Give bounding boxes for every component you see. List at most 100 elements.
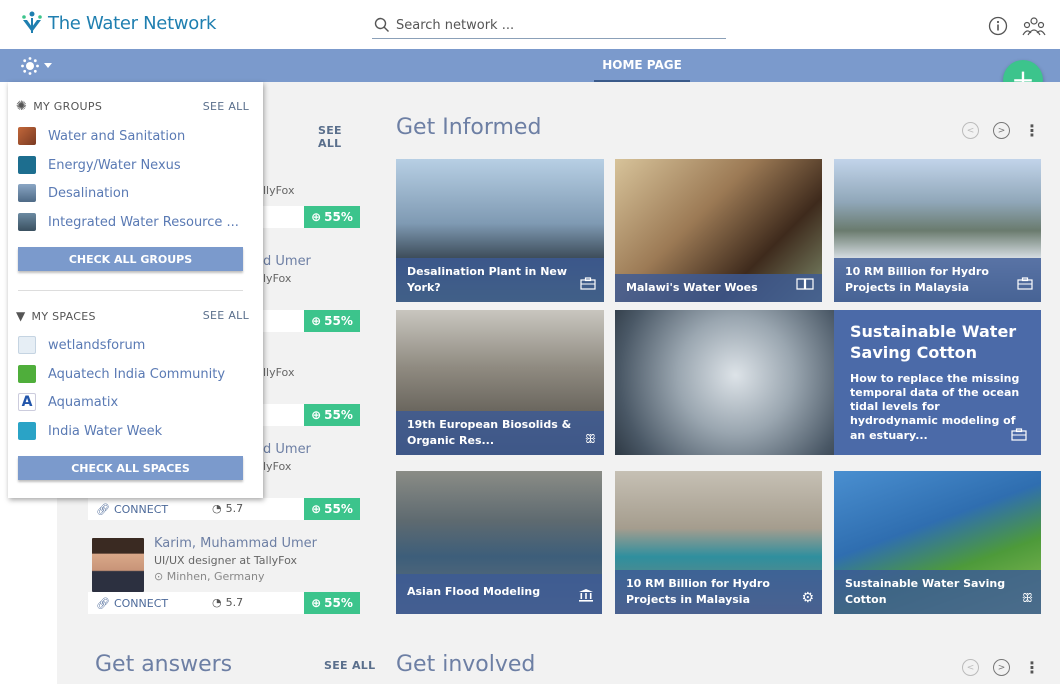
person-role: lyFox [263,272,292,285]
match-badge: ⊕ 55% [304,310,360,332]
tile-caption: 10 RM Billion for Hydro Projects in Mala… [834,258,1041,302]
search-input[interactable] [396,17,716,33]
tile-desalination-ny[interactable]: Desalination Plant in New York? [396,159,604,302]
avatar[interactable] [92,538,144,592]
person-role: lyFox [263,460,292,473]
groups-see-all-link[interactable]: SEE ALL [203,100,249,113]
person-bar: 🔗︎ CONNECT ◔ 5.7 ⊕ 55% [88,592,360,614]
location-icon: ⊙ [154,570,167,583]
space-item-aquamatix[interactable]: A Aquamatix [18,393,118,411]
match-badge: ⊕ 55% [304,206,360,228]
featured-title: Sustainable Water Saving Cotton [850,322,1017,362]
water-network-logo-icon [22,11,42,33]
app-name: The Water Network [48,12,217,34]
tile-caption: Desalination Plant in New York? [396,258,604,302]
next-arrow-icon[interactable]: > [993,659,1010,676]
tile-caption: Asian Flood Modeling [396,574,602,614]
people-see-all-link[interactable]: SEE ALL [318,124,364,150]
tab-home[interactable]: HOME PAGE [594,49,690,82]
tile-biosolids[interactable]: 19th European Biosolids & Organic Res...… [396,310,604,455]
group-item-energy-water[interactable]: Energy/Water Nexus [18,156,181,174]
briefcase-icon [1011,426,1027,445]
person-role: UI/UX designer at TallyFox [154,554,298,567]
person-location: ⊙ Minhen, Germany [154,570,265,583]
info-icon[interactable] [988,16,1008,36]
target-icon: ⊕ [311,314,322,328]
check-all-spaces-button[interactable]: CHECK ALL SPACES [18,456,243,480]
menu-toggle[interactable] [20,56,52,76]
match-pct: 55% [324,502,353,516]
tile-malawi[interactable]: Malawi's Water Woes [615,159,822,302]
featured-article[interactable]: Sustainable Water Saving Cotton How to r… [834,310,1041,455]
person-bar: 🔗︎ CONNECT ◔ 5.7 ⊕ 55% [88,498,360,520]
person-name[interactable]: d Umer [263,254,311,269]
spaces-see-all-link[interactable]: SEE ALL [203,309,249,322]
space-thumbnail [18,336,36,354]
connect-button[interactable]: 🔗︎ CONNECT [96,503,168,516]
group-item-desalination[interactable]: Desalination [18,184,129,202]
search-bar[interactable] [372,12,726,39]
groups-spaces-dropdown: ✺ MY GROUPS SEE ALL Water and Sanitation… [8,82,263,498]
sun-gear-icon [21,57,39,75]
match-pct: 55% [324,596,353,610]
institution-icon [578,587,594,606]
tile-caption: 19th European Biosolids & Organic Res... [396,411,604,455]
tile-caption: Malawi's Water Woes [615,274,822,302]
clock-icon: ◔ [212,502,222,515]
more-options-icon[interactable]: ⋮ [1024,658,1040,677]
group-thumbnail [18,156,36,174]
spaces-logo-icon: ▼ [16,309,26,323]
check-all-groups-button[interactable]: CHECK ALL GROUPS [18,247,243,271]
get-informed-title: Get Informed [396,115,542,140]
briefcase-icon [1017,275,1033,294]
person-role: llyFox [263,184,295,197]
group-item-iwrm[interactable]: Integrated Water Resource ... [18,213,239,231]
top-icons [988,16,1046,36]
space-item-aquatech[interactable]: Aquatech India Community [18,365,225,383]
target-icon: ⊕ [311,408,322,422]
match-pct: 55% [324,408,353,422]
tile-cotton[interactable]: Sustainable Water Saving Cotton ꕥ [834,471,1041,614]
prev-arrow-icon[interactable]: < [962,659,979,676]
carousel-controls: < > ⋮ [962,121,1040,140]
link-icon: 🔗︎ [96,597,110,610]
tile-hydro-malaysia[interactable]: 10 RM Billion for Hydro Projects in Mala… [834,159,1041,302]
divider [18,290,243,291]
target-icon: ⊕ [311,210,322,224]
target-icon: ⊕ [311,596,322,610]
briefcase-icon [580,275,596,294]
space-thumbnail [18,365,36,383]
space-item-india-water-week[interactable]: India Water Week [18,422,162,440]
clock-icon: ◔ [212,596,222,609]
match-badge: ⊕ 55% [304,404,360,426]
person-name[interactable]: d Umer [263,442,311,457]
next-arrow-icon[interactable]: > [993,122,1010,139]
space-item-wetlandsforum[interactable]: wetlandsforum [18,336,145,354]
community-icon[interactable] [1022,16,1046,36]
tile-hydro-malaysia-2[interactable]: 10 RM Billion for Hydro Projects in Mala… [615,471,822,614]
space-thumbnail: A [18,393,36,411]
answers-see-all-link[interactable]: SEE ALL [324,659,375,672]
prev-arrow-icon[interactable]: < [962,122,979,139]
match-badge: ⊕ 55% [304,592,360,614]
person-name[interactable]: Karim, Muhammad Umer [154,536,317,551]
tile-asian-flood[interactable]: Asian Flood Modeling [396,471,602,614]
connect-button[interactable]: 🔗︎ CONNECT [96,597,168,610]
more-options-icon[interactable]: ⋮ [1024,121,1040,140]
group-thumbnail [18,184,36,202]
my-groups-header: ✺ MY GROUPS [16,99,103,114]
carousel-controls-involved: < > ⋮ [962,658,1040,677]
logo[interactable]: The Water Network [20,10,216,36]
score: ◔ 5.7 [212,502,244,515]
tile-meter-image[interactable] [615,310,834,455]
people-icon: ꕥ [584,432,596,446]
book-icon [796,275,814,294]
nav-bar: HOME PAGE [0,49,1060,82]
tile-caption: 10 RM Billion for Hydro Projects in Mala… [615,570,822,614]
caret-down-icon [44,63,52,68]
match-pct: 55% [324,210,353,224]
space-thumbnail [18,422,36,440]
group-item-water-sanitation[interactable]: Water and Sanitation [18,127,185,145]
featured-text: How to replace the missing temporal data… [850,371,1020,442]
link-icon: 🔗︎ [96,503,110,516]
